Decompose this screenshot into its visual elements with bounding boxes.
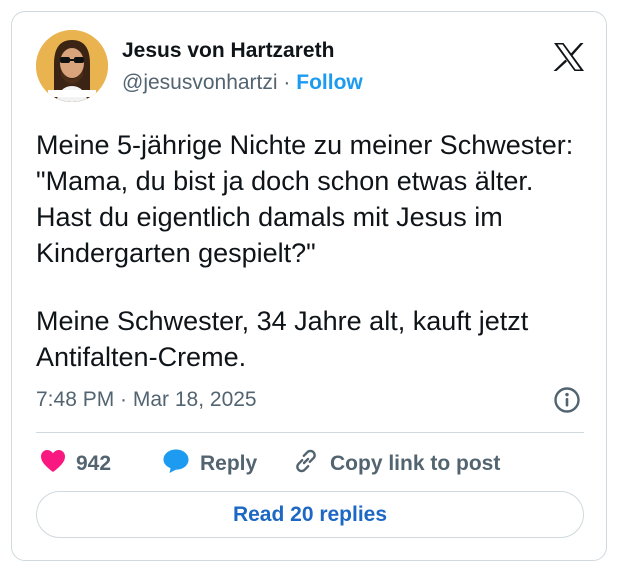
author-handle[interactable]: @jesusvonhartzi	[122, 71, 278, 94]
info-icon[interactable]	[553, 386, 581, 414]
speech-bubble-icon	[162, 448, 190, 480]
reply-button[interactable]: Reply	[162, 446, 257, 482]
tweet-timestamp[interactable]: 7:48 PM · Mar 18, 2025	[36, 388, 257, 412]
copy-link-label: Copy link to post	[330, 452, 501, 475]
handle-separator: ·	[283, 71, 291, 94]
follow-button[interactable]: Follow	[296, 71, 363, 94]
link-icon	[292, 447, 320, 481]
tweet-card: Jesus von Hartzareth @jesusvonhartzi · F…	[11, 11, 607, 561]
avatar[interactable]	[36, 30, 108, 102]
author-handle-line: @jesusvonhartzi · Follow	[122, 71, 363, 95]
copy-link-button[interactable]: Copy link to post	[292, 446, 500, 482]
reply-label: Reply	[200, 452, 258, 475]
x-logo-icon[interactable]	[553, 42, 585, 72]
heart-icon	[40, 449, 66, 479]
read-replies-button[interactable]: Read 20 replies	[36, 491, 584, 538]
divider	[36, 432, 584, 433]
like-button[interactable]: 942	[40, 446, 111, 482]
avatar-image	[36, 30, 108, 102]
like-count: 942	[76, 452, 112, 475]
author-display-name[interactable]: Jesus von Hartzareth	[122, 39, 334, 63]
tweet-text: Meine 5-jährige Nichte zu meiner Schwest…	[36, 127, 592, 375]
tweet-paragraph: Meine 5-jährige Nichte zu meiner Schwest…	[36, 130, 574, 268]
tweet-paragraph: Meine Schwester, 34 Jahre alt, kauft jet…	[36, 306, 529, 372]
